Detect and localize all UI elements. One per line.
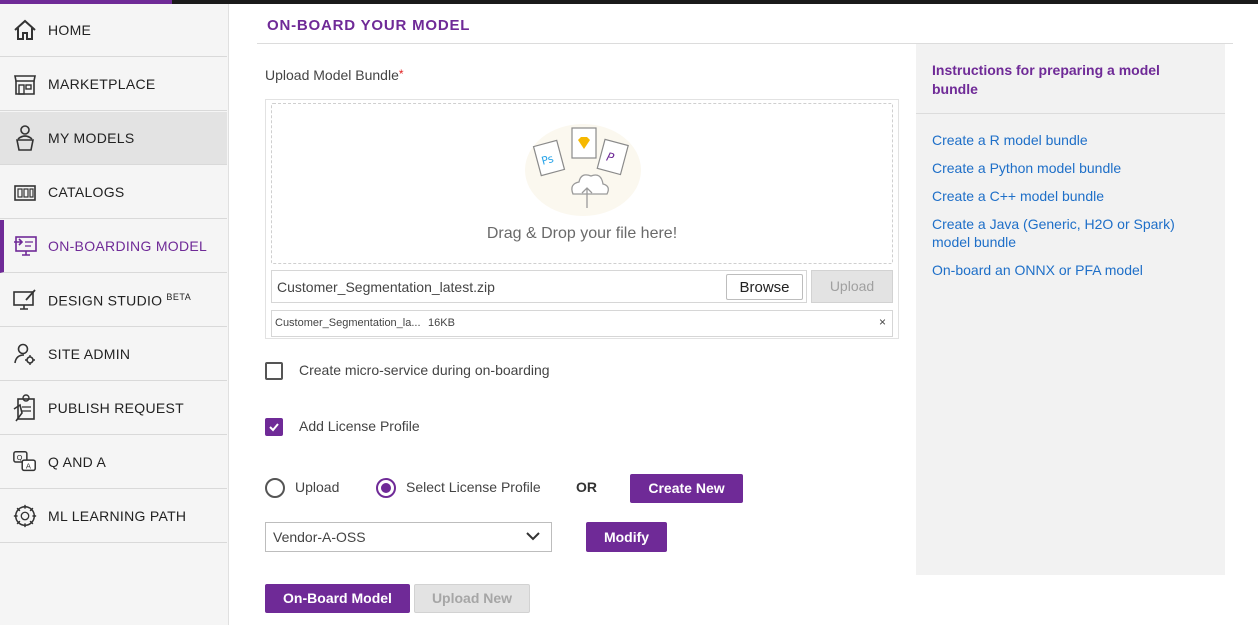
- sidebar-item-label: ML LEARNING PATH: [48, 508, 187, 524]
- link-onnx-pfa-model[interactable]: On-board an ONNX or PFA model: [932, 261, 1212, 279]
- storefront-icon: [12, 71, 38, 97]
- sidebar-item-label: MY MODELS: [48, 130, 135, 146]
- or-separator: OR: [576, 479, 597, 495]
- file-path-value: Customer_Segmentation_latest.zip: [277, 279, 495, 295]
- sidebar-item-label: HOME: [48, 22, 92, 38]
- license-profile-label: Add License Profile: [299, 418, 420, 434]
- file-types-cloud-icon: Ps P: [525, 124, 641, 216]
- sidebar-item-label: MARKETPLACE: [48, 76, 156, 92]
- upload-button[interactable]: Upload: [811, 270, 893, 303]
- instructions-title: Instructions for preparing a model bundl…: [932, 62, 1160, 97]
- link-r-model-bundle[interactable]: Create a R model bundle: [932, 131, 1212, 149]
- sidebar-item-label: CATALOGS: [48, 184, 125, 200]
- page-title: ON-BOARD YOUR MODEL: [267, 17, 471, 34]
- license-upload-radio-label: Upload: [295, 479, 340, 495]
- home-icon: [12, 17, 38, 43]
- sidebar-item-onboarding-model[interactable]: ON-BOARDING MODEL: [0, 220, 227, 273]
- sidebar: HOME MARKETPLACE MY MODELS CATALOGS ON-B…: [0, 4, 229, 625]
- license-select-radio-label: Select License Profile: [406, 479, 541, 495]
- required-mark: *: [398, 67, 404, 81]
- sidebar-item-label: SITE ADMIN: [48, 346, 131, 362]
- sidebar-item-ml-learning-path[interactable]: ML LEARNING PATH: [0, 490, 227, 543]
- sidebar-item-label: Q AND A: [48, 454, 107, 470]
- microservice-label: Create micro-service during on-boarding: [299, 362, 550, 378]
- sidebar-item-catalogs[interactable]: CATALOGS: [0, 166, 227, 219]
- link-java-model-bundle[interactable]: Create a Java (Generic, H2O or Spark) mo…: [932, 215, 1194, 251]
- design-monitor-icon: [12, 287, 38, 313]
- sidebar-item-q-and-a[interactable]: QA Q AND A: [0, 436, 227, 489]
- sidebar-item-site-admin[interactable]: SITE ADMIN: [0, 328, 227, 381]
- license-profile-checkbox[interactable]: [265, 418, 283, 436]
- sidebar-item-home[interactable]: HOME: [0, 4, 227, 57]
- selected-file-name: Customer_Segmentation_la...: [275, 317, 421, 329]
- create-new-button[interactable]: Create New: [630, 474, 743, 503]
- modify-button[interactable]: Modify: [586, 522, 667, 552]
- microservice-checkbox[interactable]: [265, 362, 283, 380]
- sidebar-item-my-models[interactable]: MY MODELS: [0, 112, 227, 165]
- dropzone-text: Drag & Drop your file here!: [486, 225, 678, 242]
- svg-text:A: A: [26, 462, 31, 471]
- publish-request-icon: [12, 394, 38, 422]
- sidebar-item-label: DESIGN STUDIO BETA: [48, 291, 192, 309]
- browse-button[interactable]: Browse: [726, 274, 803, 300]
- brain-gear-icon: [12, 503, 38, 529]
- license-upload-radio[interactable]: [265, 478, 285, 498]
- instructions-panel: [916, 44, 1225, 575]
- link-python-model-bundle[interactable]: Create a Python model bundle: [932, 159, 1212, 177]
- sidebar-item-label: ON-BOARDING MODEL: [48, 238, 208, 254]
- link-cpp-model-bundle[interactable]: Create a C++ model bundle: [932, 187, 1212, 205]
- user-laptop-icon: [12, 125, 38, 151]
- chevron-down-icon: [526, 532, 540, 541]
- sidebar-item-label: PUBLISH REQUEST: [48, 400, 184, 416]
- remove-file-icon[interactable]: ×: [879, 315, 886, 329]
- onboard-model-button[interactable]: On-Board Model: [265, 584, 410, 613]
- upload-model-bundle-label: Upload Model Bundle*: [265, 67, 404, 83]
- sidebar-item-publish-request[interactable]: PUBLISH REQUEST: [0, 382, 227, 435]
- onboarding-monitor-icon: [12, 233, 38, 259]
- sidebar-item-marketplace[interactable]: MARKETPLACE: [0, 58, 227, 111]
- selected-file-size: 16KB: [428, 317, 455, 329]
- license-select-radio[interactable]: [376, 478, 396, 498]
- admin-gear-icon: [12, 341, 38, 367]
- checkmark-icon: [269, 423, 279, 432]
- upload-new-button[interactable]: Upload New: [414, 584, 530, 613]
- license-profile-value: Vendor-A-OSS: [273, 529, 366, 545]
- beta-badge: BETA: [166, 291, 192, 302]
- sidebar-item-design-studio[interactable]: DESIGN STUDIO BETA: [0, 274, 227, 327]
- qa-chat-icon: QA: [12, 449, 38, 475]
- catalog-icon: [12, 179, 38, 205]
